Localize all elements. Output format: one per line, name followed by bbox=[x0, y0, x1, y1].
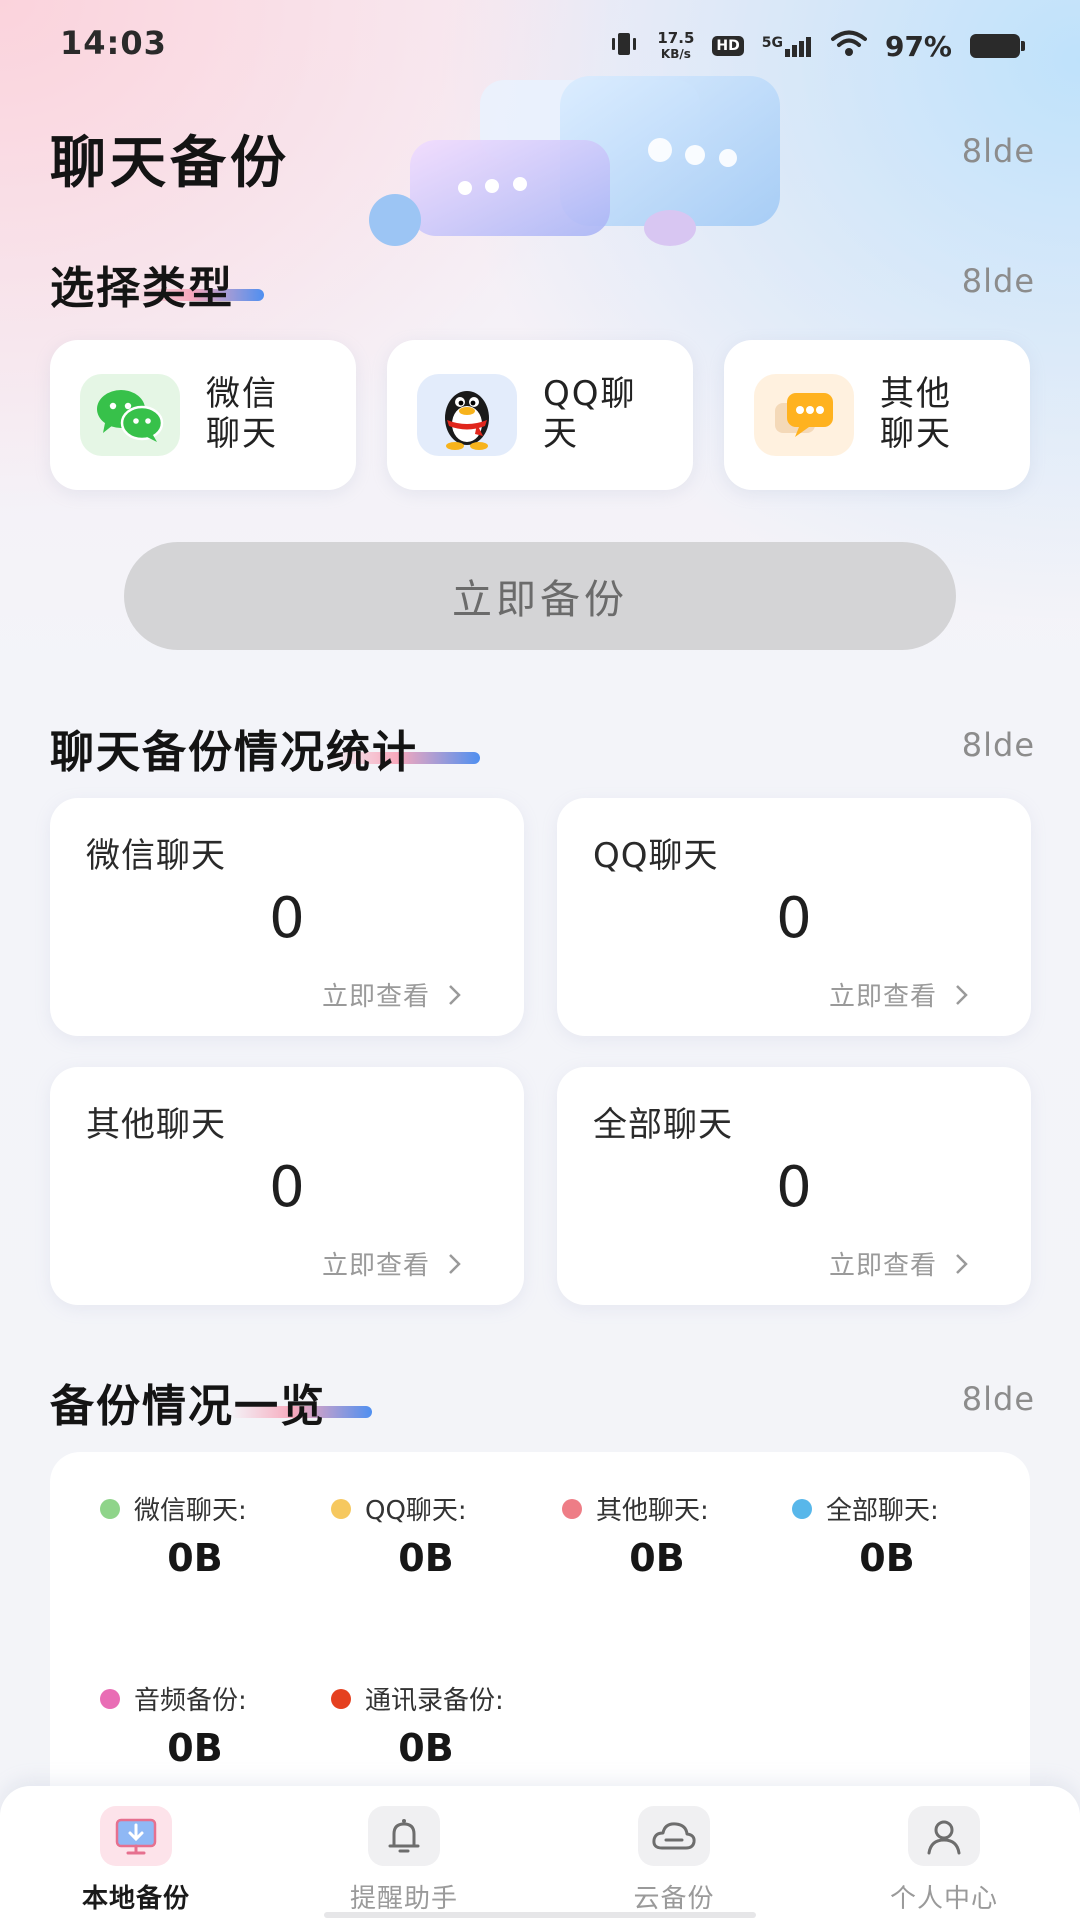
stat-card-qq[interactable]: QQ聊天 0 立即查看 bbox=[557, 798, 1031, 1036]
view-now-label: 立即查看 bbox=[828, 1251, 937, 1281]
legend-dot bbox=[331, 1498, 351, 1519]
legend-dot bbox=[100, 1498, 120, 1519]
overview-item-head: 音频备份: bbox=[100, 1680, 247, 1717]
page-title: 聊天备份 bbox=[50, 131, 290, 196]
wifi-icon bbox=[830, 30, 867, 62]
overview-item-label: 全部聊天: bbox=[826, 1496, 939, 1526]
stat-card-value: 0 bbox=[776, 886, 812, 951]
view-now-link[interactable]: 立即查看 bbox=[829, 976, 969, 1013]
legend-dot bbox=[331, 1688, 351, 1709]
legend-dot bbox=[100, 1688, 120, 1709]
person-icon bbox=[908, 1806, 980, 1866]
overview-item-label: 通讯录备份: bbox=[365, 1686, 504, 1716]
wechat-icon bbox=[80, 374, 180, 456]
stat-card-other[interactable]: 其他聊天 0 立即查看 bbox=[50, 1067, 524, 1305]
stats-section-tag: 8lde bbox=[961, 726, 1035, 764]
status-time: 14:03 bbox=[60, 24, 167, 62]
home-indicator bbox=[324, 1912, 756, 1918]
stat-card-title: 全部聊天 bbox=[593, 1105, 733, 1145]
legend-dot bbox=[792, 1498, 812, 1519]
view-now-label: 立即查看 bbox=[321, 982, 430, 1012]
overview-item-head: QQ聊天: bbox=[331, 1490, 467, 1527]
signal-label: 5G bbox=[761, 35, 783, 51]
overview-item-label: 其他聊天: bbox=[596, 1496, 709, 1526]
nav-label: 本地备份 bbox=[81, 1884, 190, 1914]
overview-item-wechat: 微信聊天: 0B bbox=[50, 1452, 280, 1580]
monitor-download-icon bbox=[100, 1806, 172, 1866]
overview-card: 微信聊天: 0B QQ聊天: 0B 其他聊天: 0B 全部聊天: 0B 音频备份… bbox=[50, 1452, 1030, 1812]
chevron-right-icon bbox=[956, 984, 968, 1005]
overview-item-qq: QQ聊天: 0B bbox=[281, 1452, 511, 1580]
overview-item-head: 全部聊天: bbox=[792, 1490, 939, 1527]
overview-item-head: 微信聊天: bbox=[100, 1490, 247, 1527]
chevron-right-icon bbox=[956, 1253, 968, 1274]
stat-card-value: 0 bbox=[776, 1155, 812, 1220]
overview-item-other: 其他聊天: 0B bbox=[512, 1452, 742, 1580]
header-tag: 8lde bbox=[961, 132, 1035, 170]
overview-item-contacts: 通讯录备份: 0B bbox=[281, 1642, 511, 1770]
bell-icon bbox=[368, 1806, 440, 1866]
nav-item-local-backup[interactable]: 本地备份 bbox=[36, 1798, 236, 1914]
type-card-qq[interactable]: QQ聊 天 bbox=[387, 340, 693, 490]
type-card-label: 其他 聊天 bbox=[880, 374, 952, 454]
overview-item-label: 微信聊天: bbox=[134, 1496, 247, 1526]
view-now-link[interactable]: 立即查看 bbox=[322, 1245, 462, 1282]
nav-label: 提醒助手 bbox=[349, 1884, 458, 1914]
overview-item-value: 0B bbox=[398, 1726, 454, 1770]
overview-item-all: 全部聊天: 0B bbox=[742, 1452, 972, 1580]
cloud-icon bbox=[638, 1806, 710, 1866]
legend-dot bbox=[562, 1498, 582, 1519]
nav-item-cloud-backup[interactable]: 云备份 bbox=[574, 1798, 774, 1914]
overview-section-title: 备份情况一览 bbox=[50, 1381, 326, 1432]
overview-item-label: QQ聊天: bbox=[365, 1496, 467, 1526]
network-speed-unit: KB/s bbox=[660, 47, 691, 61]
stat-card-value: 0 bbox=[269, 886, 305, 951]
overview-item-label: 音频备份: bbox=[134, 1686, 247, 1716]
stat-card-wechat[interactable]: 微信聊天 0 立即查看 bbox=[50, 798, 524, 1036]
type-card-label: QQ聊 天 bbox=[543, 374, 637, 454]
stats-section-title: 聊天备份情况统计 bbox=[50, 727, 418, 778]
overview-item-value: 0B bbox=[859, 1536, 915, 1580]
signal-icon: 5G bbox=[762, 35, 813, 57]
view-now-link[interactable]: 立即查看 bbox=[829, 1245, 969, 1282]
view-now-label: 立即查看 bbox=[321, 1251, 430, 1281]
chat-bubbles-illustration bbox=[350, 70, 870, 260]
view-now-link[interactable]: 立即查看 bbox=[322, 976, 462, 1013]
stat-card-title: QQ聊天 bbox=[593, 836, 719, 876]
chevron-right-icon bbox=[449, 1253, 461, 1274]
stat-card-all[interactable]: 全部聊天 0 立即查看 bbox=[557, 1067, 1031, 1305]
vibrate-icon bbox=[609, 29, 639, 63]
nav-item-profile[interactable]: 个人中心 bbox=[844, 1798, 1044, 1914]
stat-card-title: 微信聊天 bbox=[86, 836, 226, 876]
view-now-label: 立即查看 bbox=[828, 982, 937, 1012]
bottom-nav: 本地备份 提醒助手 云备份 个人中心 bbox=[0, 1786, 1080, 1920]
overview-item-audio: 音频备份: 0B bbox=[50, 1642, 280, 1770]
stat-card-title: 其他聊天 bbox=[86, 1105, 226, 1145]
chat-bubble-icon bbox=[754, 374, 854, 456]
type-card-label: 微信 聊天 bbox=[206, 374, 278, 454]
stat-card-value: 0 bbox=[269, 1155, 305, 1220]
network-speed-value: 17.5 bbox=[657, 29, 695, 47]
type-card-wechat[interactable]: 微信 聊天 bbox=[50, 340, 356, 490]
nav-label: 云备份 bbox=[633, 1884, 715, 1914]
type-card-other[interactable]: 其他 聊天 bbox=[724, 340, 1030, 490]
backup-now-button[interactable]: 立即备份 bbox=[124, 542, 956, 650]
network-speed: 17.5 KB/s bbox=[657, 30, 694, 62]
status-icons: 17.5 KB/s HD 5G 97% bbox=[609, 24, 1025, 68]
nav-label: 个人中心 bbox=[889, 1884, 998, 1914]
battery-icon bbox=[970, 34, 1025, 58]
battery-percent: 97% bbox=[884, 29, 952, 63]
qq-penguin-icon bbox=[417, 374, 517, 456]
type-section-tag: 8lde bbox=[961, 262, 1035, 300]
hd-badge: HD bbox=[712, 36, 744, 56]
overview-item-head: 通讯录备份: bbox=[331, 1680, 504, 1717]
type-section-title: 选择类型 bbox=[50, 263, 234, 314]
overview-item-head: 其他聊天: bbox=[562, 1490, 709, 1527]
chevron-right-icon bbox=[449, 984, 461, 1005]
nav-item-reminder[interactable]: 提醒助手 bbox=[304, 1798, 504, 1914]
overview-section-tag: 8lde bbox=[961, 1380, 1035, 1418]
